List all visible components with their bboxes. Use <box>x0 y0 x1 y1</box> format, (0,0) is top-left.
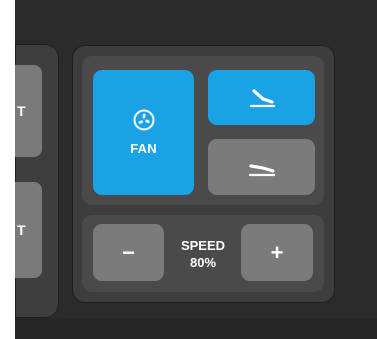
flat-position-button[interactable] <box>208 139 315 195</box>
background-floor <box>15 318 377 339</box>
left-button-upper[interactable]: T <box>15 65 42 157</box>
recline-position-icon <box>249 88 275 107</box>
flat-position-icon <box>248 164 275 177</box>
speed-label: SPEED <box>180 238 226 253</box>
speed-decrease-button[interactable]: − <box>93 224 164 281</box>
speed-increase-button[interactable]: + <box>241 224 313 281</box>
left-button-lower-label: T <box>17 222 26 238</box>
fan-button[interactable]: FAN <box>93 70 194 195</box>
fan-label: FAN <box>130 141 157 156</box>
minus-icon: − <box>122 239 135 265</box>
fan-icon <box>133 109 154 131</box>
left-button-upper-label: T <box>17 103 26 119</box>
left-button-lower[interactable]: T <box>15 182 42 278</box>
recline-position-button[interactable] <box>208 70 315 125</box>
plus-icon: + <box>270 239 284 265</box>
speed-value: 80% <box>189 255 217 270</box>
speed-readout: SPEED 80% <box>165 231 241 277</box>
